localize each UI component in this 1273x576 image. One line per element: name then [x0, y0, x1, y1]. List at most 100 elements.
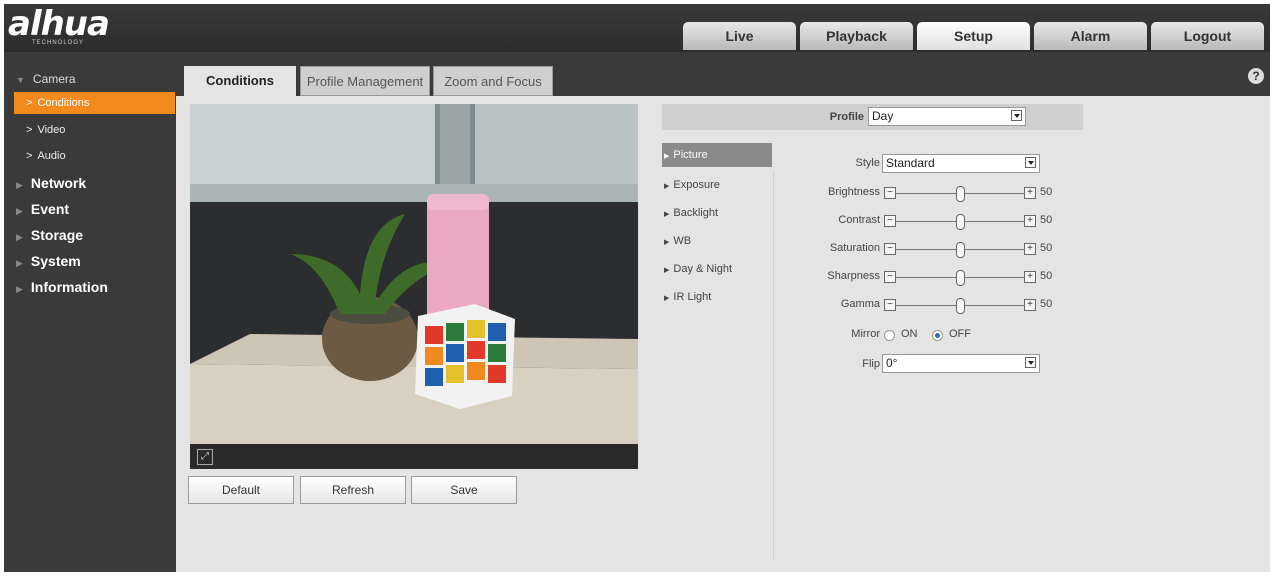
flip-select-value: 0° [886, 356, 898, 370]
top-header: alhua TECHNOLOGY Live Playback Setup Ala… [4, 4, 1270, 52]
sidebar-item-label: Information [30, 279, 108, 295]
brightness-slider-thumb[interactable] [956, 186, 965, 202]
chevron-right-icon: > [26, 150, 33, 162]
sidebar-item-information[interactable]: ▶ Information [4, 276, 175, 298]
sidebar-item-conditions[interactable]: > Conditions [14, 92, 175, 114]
gamma-label: Gamma [840, 298, 880, 310]
triangle-right-icon: ▶ [664, 267, 670, 274]
gamma-slider-thumb[interactable] [956, 298, 965, 314]
profile-select[interactable]: Day [868, 107, 1026, 126]
tab-alarm[interactable]: Alarm [1034, 22, 1147, 50]
style-select[interactable]: Standard [882, 154, 1040, 173]
menu-item-day-night[interactable]: ▶ Day & Night [662, 255, 772, 283]
contrast-decrease-icon[interactable]: − [884, 215, 896, 227]
brand-logo: alhua [8, 4, 110, 44]
refresh-button[interactable]: Refresh [300, 476, 406, 504]
tab-zoom-and-focus[interactable]: Zoom and Focus [433, 66, 553, 96]
sidebar-item-audio[interactable]: > Audio [14, 145, 175, 167]
menu-item-exposure[interactable]: ▶ Exposure [662, 171, 772, 199]
menu-item-ir-light[interactable]: ▶ IR Light [662, 283, 772, 311]
tab-logout[interactable]: Logout [1151, 22, 1264, 50]
fullscreen-icon[interactable]: ⤢ [197, 449, 213, 465]
saturation-slider-thumb[interactable] [956, 242, 965, 258]
sidebar-item-camera[interactable]: ▼ Camera [4, 68, 175, 90]
menu-divider [773, 170, 774, 560]
sharpness-value: 50 [1040, 270, 1053, 282]
mirror-on-radio[interactable] [884, 330, 895, 341]
menu-item-wb[interactable]: ▶ WB [662, 227, 772, 255]
sidebar-item-label: Storage [30, 227, 84, 243]
saturation-increase-icon[interactable]: + [1024, 243, 1036, 255]
chevron-right-icon: > [26, 124, 33, 136]
chevron-down-icon [1025, 357, 1036, 368]
brightness-label: Brightness [828, 186, 880, 198]
tab-profile-management[interactable]: Profile Management [300, 66, 430, 96]
collapsed-arrow-icon: ▶ [16, 206, 23, 216]
brightness-value: 50 [1040, 186, 1053, 198]
live-video-preview: ⤢ [190, 104, 638, 469]
contrast-value: 50 [1040, 214, 1053, 226]
contrast-slider-thumb[interactable] [956, 214, 965, 230]
gamma-decrease-icon[interactable]: − [884, 299, 896, 311]
subtab-bar: Conditions Profile Management Zoom and F… [176, 62, 1270, 96]
camera-scene-image [190, 104, 638, 444]
sharpness-slider-thumb[interactable] [956, 270, 965, 286]
contrast-increase-icon[interactable]: + [1024, 215, 1036, 227]
sidebar-item-system[interactable]: ▶ System [4, 250, 175, 272]
saturation-decrease-icon[interactable]: − [884, 243, 896, 255]
brand-logo-subtext: TECHNOLOGY [32, 40, 85, 46]
tab-playback[interactable]: Playback [800, 22, 913, 50]
video-control-bar: ⤢ [190, 444, 638, 469]
sharpness-decrease-icon[interactable]: − [884, 271, 896, 283]
sidebar-item-label: Network [30, 175, 87, 191]
save-button[interactable]: Save [411, 476, 517, 504]
contrast-label: Contrast [838, 214, 880, 226]
menu-item-backlight[interactable]: ▶ Backlight [662, 199, 772, 227]
settings-menu: ▶ Picture ▶ Exposure ▶ Backlight ▶ WB ▶ Day &… [662, 143, 772, 311]
brightness-increase-icon[interactable]: + [1024, 187, 1036, 199]
flip-select[interactable]: 0° [882, 354, 1040, 373]
saturation-label: Saturation [829, 242, 880, 254]
sidebar-item-storage[interactable]: ▶ Storage [4, 224, 175, 246]
chevron-down-icon [1025, 157, 1036, 168]
flip-label: Flip [862, 358, 880, 370]
sharpness-increase-icon[interactable]: + [1024, 271, 1036, 283]
brightness-decrease-icon[interactable]: − [884, 187, 896, 199]
mirror-on-label: ON [901, 328, 918, 340]
tab-setup[interactable]: Setup [917, 22, 1030, 50]
sidebar-item-event[interactable]: ▶ Event [4, 198, 175, 220]
saturation-value: 50 [1040, 242, 1053, 254]
sharpness-label: Sharpness [827, 270, 880, 282]
menu-item-label: Backlight [673, 207, 719, 219]
menu-item-picture[interactable]: ▶ Picture [662, 143, 772, 167]
help-icon[interactable]: ? [1248, 68, 1264, 84]
collapsed-arrow-icon: ▶ [16, 180, 23, 190]
main-content: Conditions Profile Management Zoom and F… [176, 62, 1270, 572]
triangle-right-icon: ▶ [664, 153, 670, 160]
sidebar-item-label: Conditions [37, 97, 90, 109]
gamma-value: 50 [1040, 298, 1053, 310]
collapsed-arrow-icon: ▶ [16, 232, 23, 242]
mirror-off-radio[interactable] [932, 330, 943, 341]
style-label: Style [855, 157, 880, 169]
triangle-right-icon: ▶ [664, 239, 670, 246]
profile-label: Profile [829, 111, 864, 123]
triangle-right-icon: ▶ [664, 183, 670, 190]
sidebar-item-video[interactable]: > Video [14, 119, 175, 141]
style-select-value: Standard [886, 156, 935, 170]
tab-live[interactable]: Live [683, 22, 796, 50]
gamma-increase-icon[interactable]: + [1024, 299, 1036, 311]
default-button[interactable]: Default [188, 476, 294, 504]
menu-item-label: Exposure [673, 179, 720, 191]
collapsed-arrow-icon: ▶ [16, 258, 23, 268]
triangle-right-icon: ▶ [664, 295, 670, 302]
chevron-down-icon [1011, 110, 1022, 121]
chevron-right-icon: > [26, 97, 33, 109]
tab-conditions[interactable]: Conditions [184, 66, 296, 96]
sidebar-item-network[interactable]: ▶ Network [4, 172, 175, 194]
profile-bar: Profile Day [662, 104, 1083, 130]
sidebar-item-label: Video [37, 124, 66, 136]
app-frame: alhua TECHNOLOGY Live Playback Setup Ala… [4, 4, 1270, 572]
sidebar-item-label: System [30, 253, 81, 269]
collapsed-arrow-icon: ▶ [16, 284, 23, 294]
